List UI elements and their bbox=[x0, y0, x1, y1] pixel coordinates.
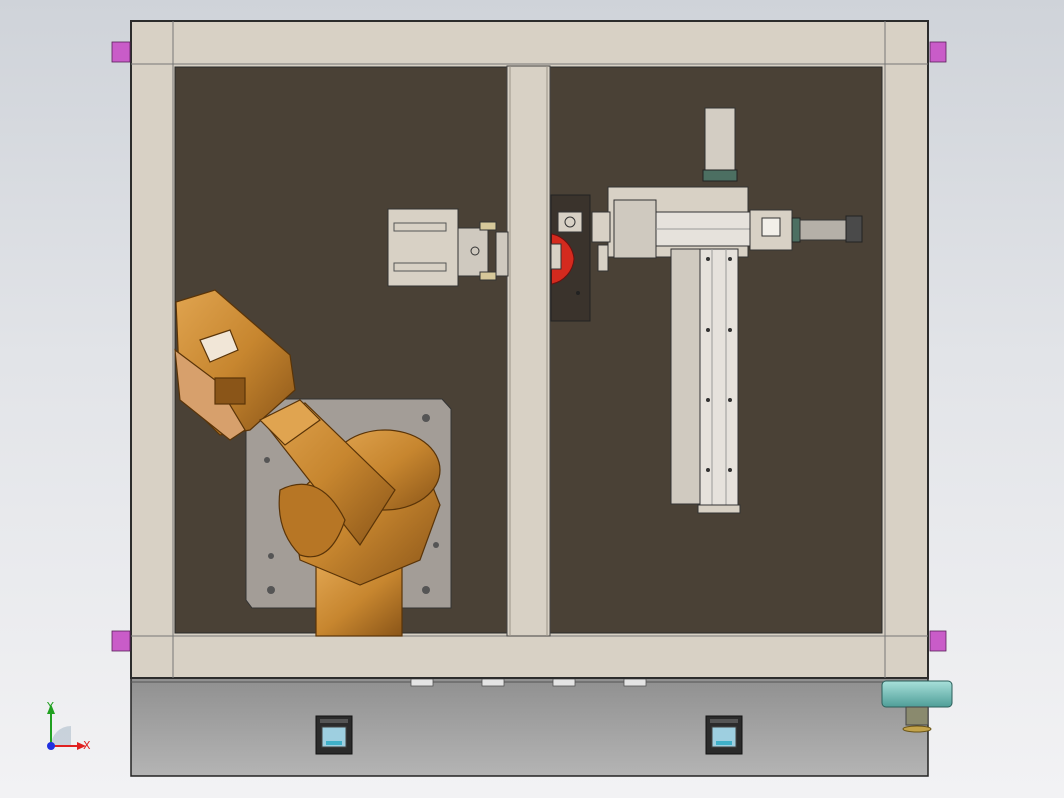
coordinate-triad-icon: Y X bbox=[46, 700, 91, 752]
lower-cabinet-panel bbox=[130, 675, 929, 777]
panel-meter-right bbox=[705, 715, 743, 755]
triad-y-label: Y bbox=[46, 700, 54, 713]
cad-viewport[interactable]: Y X bbox=[0, 0, 1064, 798]
triad-x-label: X bbox=[83, 739, 91, 752]
panel-meter-left bbox=[315, 715, 353, 755]
center-divider-beam bbox=[506, 65, 551, 637]
rotary-index-station bbox=[550, 194, 591, 322]
